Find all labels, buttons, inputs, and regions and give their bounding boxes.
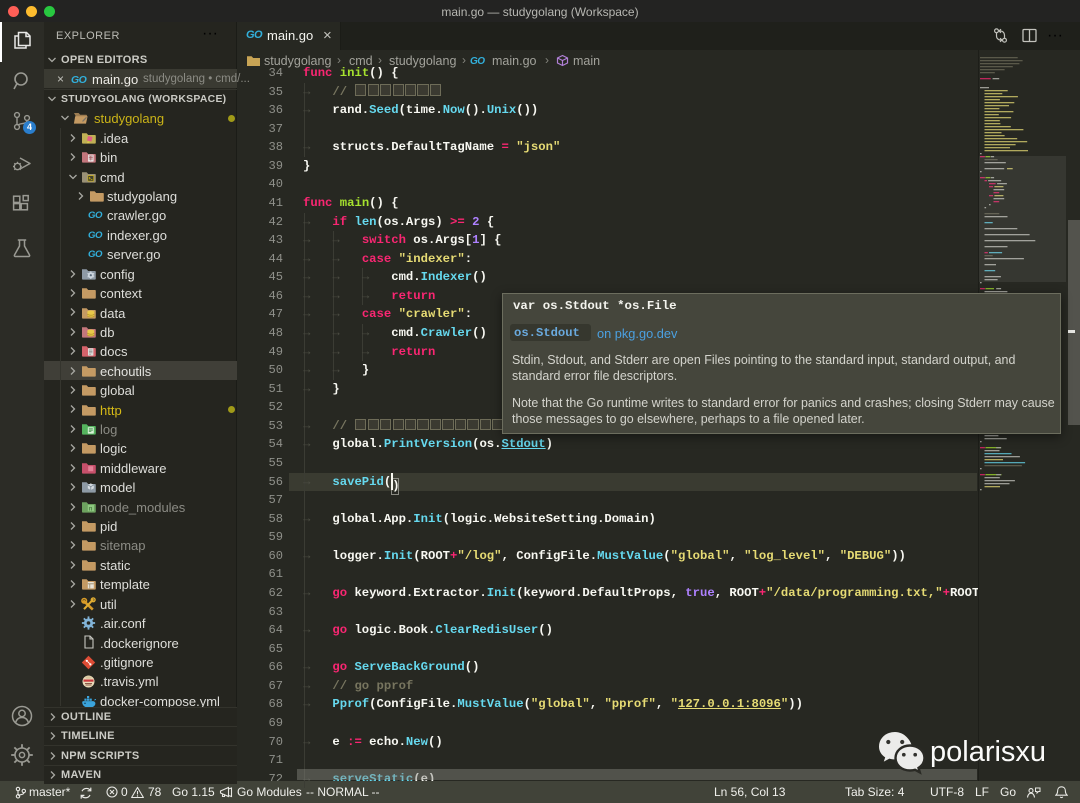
svg-text:n: n [89, 506, 92, 512]
